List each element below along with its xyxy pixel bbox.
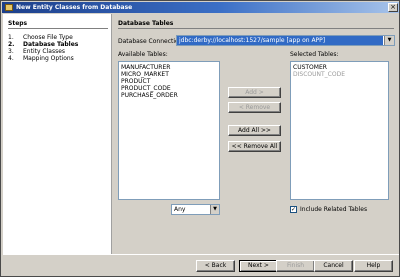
list-item[interactable]: MANUFACTURER <box>121 64 217 71</box>
app-icon <box>5 4 13 11</box>
connection-label: Database Connection: <box>118 38 185 45</box>
connection-value: jdbc:derby://localhost:1527/sample [app … <box>177 36 383 45</box>
close-button[interactable]: × <box>388 3 398 12</box>
step-number: 3. <box>8 48 14 55</box>
steps-divider <box>8 28 108 29</box>
step-item: 4. Mapping Options <box>8 55 108 62</box>
window-title: New Entity Classes from Database <box>16 4 133 11</box>
checkbox-checked-icon[interactable]: ✓ <box>290 206 297 213</box>
add-all-button[interactable]: Add All >> <box>228 125 281 136</box>
list-item[interactable]: CUSTOMER <box>293 64 386 71</box>
steps-heading: Steps <box>8 20 28 27</box>
footer-divider <box>3 254 399 255</box>
steps-list: 1. Choose File Type 2. Database Tables 3. Ent… <box>8 34 108 62</box>
step-label: Mapping Options <box>23 55 74 62</box>
help-button[interactable]: Help <box>354 260 393 272</box>
list-item[interactable]: MICRO_MARKET <box>121 71 217 78</box>
remove-all-button[interactable]: << Remove All <box>228 141 281 152</box>
list-item[interactable]: PRODUCT_CODE <box>121 85 217 92</box>
table-filter-value: Any <box>174 206 186 213</box>
step-number: 1. <box>8 34 14 41</box>
back-button[interactable]: < Back <box>196 260 235 272</box>
wizard-window: New Entity Classes from Database × Steps… <box>0 0 400 277</box>
selected-tables-list[interactable]: CUSTOMER DISCOUNT_CODE <box>290 61 389 200</box>
page-title: Database Tables <box>118 20 174 27</box>
table-filter-select[interactable]: Any ▼ <box>171 204 220 215</box>
step-item: 2. Database Tables <box>8 41 108 48</box>
include-related-label: Include Related Tables <box>300 206 368 213</box>
list-item[interactable]: DISCOUNT_CODE <box>293 71 386 78</box>
chevron-down-icon[interactable]: ▼ <box>384 36 394 45</box>
step-label: Database Tables <box>23 41 79 48</box>
step-item: 1. Choose File Type <box>8 34 108 41</box>
next-button[interactable]: Next > <box>239 260 278 272</box>
step-number: 4. <box>8 55 14 62</box>
list-item[interactable]: PRODUCT <box>121 78 217 85</box>
steps-panel: Steps 1. Choose File Type 2. Database Table… <box>3 14 112 254</box>
step-label: Choose File Type <box>23 34 73 41</box>
list-item[interactable]: PURCHASE_ORDER <box>121 92 217 99</box>
step-label: Entity Classes <box>23 48 66 55</box>
include-related-checkbox[interactable]: ✓ Include Related Tables <box>290 206 367 214</box>
content-panel: Database Tables Database Connection: jdb… <box>113 14 399 254</box>
title-bar[interactable]: New Entity Classes from Database × <box>2 2 399 13</box>
chevron-down-icon[interactable]: ▼ <box>210 205 219 214</box>
cancel-button[interactable]: Cancel <box>314 260 353 272</box>
step-number: 2. <box>8 41 15 48</box>
selected-tables-label: Selected Tables: <box>290 51 339 58</box>
add-button[interactable]: Add > <box>228 87 281 98</box>
remove-button[interactable]: < Remove <box>228 102 281 113</box>
available-tables-label: Available Tables: <box>118 51 168 58</box>
step-item: 3. Entity Classes <box>8 48 108 55</box>
available-tables-list[interactable]: MANUFACTURER MICRO_MARKET PRODUCT PRODUCT_C… <box>118 61 220 200</box>
connection-select[interactable]: jdbc:derby://localhost:1527/sample [app … <box>176 35 395 46</box>
content-divider <box>118 28 394 29</box>
finish-button[interactable]: Finish <box>276 260 315 272</box>
